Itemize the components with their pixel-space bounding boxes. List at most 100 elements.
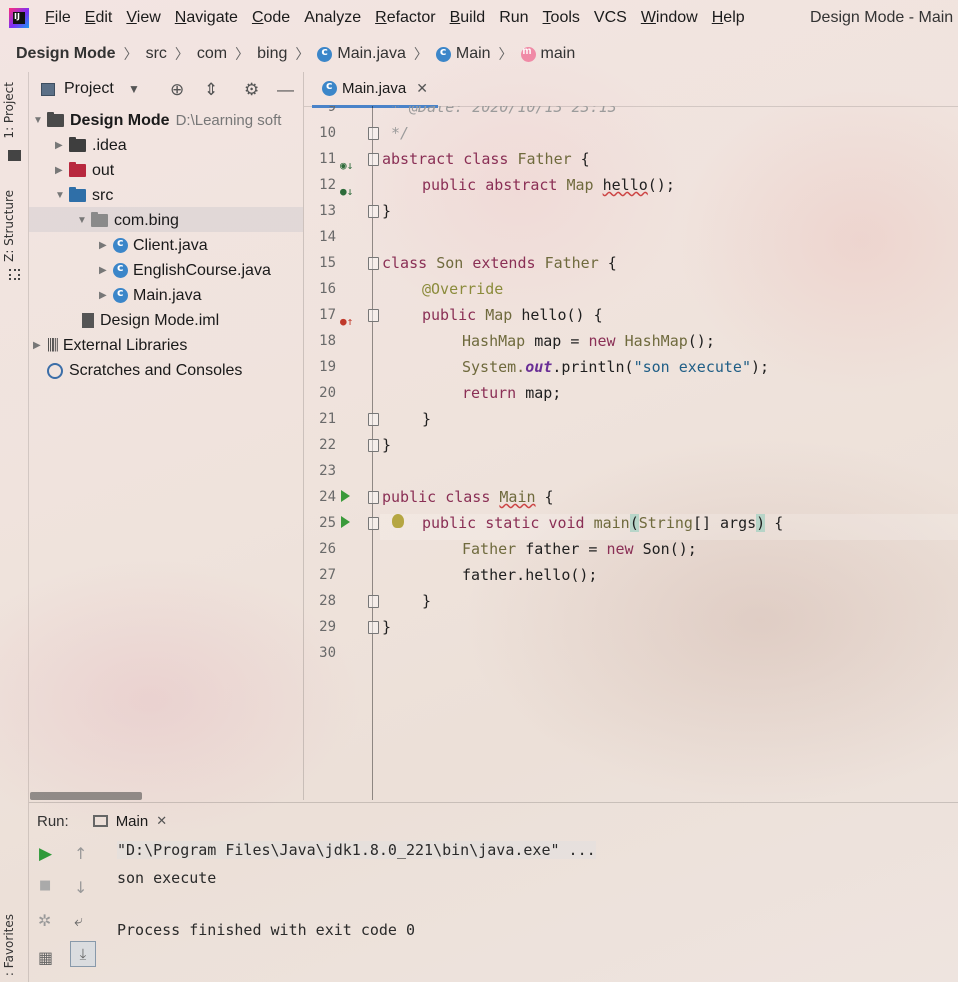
breadcrumb-src[interactable]: src — [146, 45, 167, 63]
tab-project-vertical[interactable]: 1: Project — [2, 82, 16, 139]
stop-icon[interactable]: ■ — [39, 878, 51, 893]
tree-item-label: Client.java — [133, 236, 208, 254]
tree-item-out[interactable]: ▶ out — [55, 158, 114, 183]
tree-item-iml[interactable]: Design Mode.iml — [77, 308, 219, 333]
menu-help[interactable]: Help — [712, 9, 745, 27]
menu-vcs[interactable]: VCS — [594, 9, 627, 27]
fold-icon[interactable] — [368, 153, 379, 166]
fold-icon[interactable] — [368, 309, 379, 322]
console-output[interactable]: "D:\Program Files\Java\jdk1.8.0_221\bin\… — [100, 838, 958, 982]
menu-edit[interactable]: Edit — [85, 9, 113, 27]
collapse-all-icon[interactable]: ⇕ — [204, 80, 218, 100]
tree-item-idea[interactable]: ▶ .idea — [55, 133, 127, 158]
fold-icon[interactable] — [368, 595, 379, 608]
tree-item-root[interactable]: ▼ Design Mode D:\Learning soft — [33, 108, 281, 133]
tree-item-englishcourse[interactable]: ▶ EnglishCourse.java — [99, 258, 271, 283]
tree-item-scratches[interactable]: Scratches and Consoles — [33, 358, 242, 383]
fold-icon[interactable] — [368, 621, 379, 634]
tree-item-main[interactable]: ▶ Main.java — [99, 283, 201, 308]
expand-down-icon[interactable]: ▼ — [55, 190, 69, 201]
tab-main-java[interactable]: Main.java ✕ — [312, 72, 438, 108]
code-line: 21} — [319, 410, 432, 428]
expand-right-icon[interactable]: ▶ — [99, 240, 113, 251]
expand-right-icon[interactable]: ▶ — [33, 340, 47, 351]
tree-item-package[interactable]: ▼ com.bing — [77, 208, 179, 233]
module-folder-icon — [47, 112, 64, 127]
fold-icon[interactable] — [368, 439, 379, 452]
menu-build[interactable]: Build — [450, 9, 486, 27]
lightbulb-icon[interactable] — [392, 514, 404, 528]
settings-icon[interactable]: ✲ — [38, 911, 51, 930]
expand-right-icon[interactable]: ▶ — [55, 165, 69, 176]
expand-right-icon[interactable]: ▶ — [99, 290, 113, 301]
expand-down-icon[interactable]: ▼ — [33, 115, 47, 126]
fold-icon[interactable] — [368, 491, 379, 504]
fold-icon[interactable] — [368, 257, 379, 270]
menu-window[interactable]: Window — [641, 9, 698, 27]
intellij-logo-icon[interactable] — [9, 8, 29, 28]
tree-item-external-libraries[interactable]: ▶ ⫼⫼ External Libraries — [33, 333, 187, 358]
gear-icon[interactable]: ⚙ — [244, 80, 259, 100]
run-tab-main[interactable]: Main — [116, 813, 149, 830]
source-folder-icon — [69, 187, 86, 202]
menu-view[interactable]: View — [126, 9, 160, 27]
fold-icon[interactable] — [368, 517, 379, 530]
tab-favorites-vertical[interactable]: : Favorites — [2, 914, 16, 976]
breadcrumb-class[interactable]: Main — [456, 45, 491, 63]
soft-wrap-icon[interactable]: ⤶ — [74, 911, 83, 931]
dropdown-arrow-icon[interactable]: ▼ — [128, 82, 140, 96]
locate-icon[interactable]: ⊕ — [170, 80, 184, 100]
tab-structure-vertical[interactable]: Z: Structure — [2, 190, 16, 262]
expand-down-icon[interactable]: ▼ — [77, 215, 91, 226]
rerun-icon[interactable]: ▶ — [39, 844, 52, 864]
breadcrumb-project[interactable]: Design Mode — [16, 45, 116, 63]
fold-icon[interactable] — [368, 127, 379, 140]
java-class-icon — [113, 286, 128, 303]
tree-item-src[interactable]: ▼ src — [55, 183, 113, 208]
tree-item-label: .idea — [92, 136, 127, 154]
fold-icon[interactable] — [368, 413, 379, 426]
console-line: son execute — [117, 869, 217, 887]
code-line: 12 ●↓ public abstract Map hello(); — [304, 172, 958, 198]
up-arrow-icon[interactable]: ↑ — [74, 844, 87, 863]
breadcrumb-file[interactable]: Main.java — [337, 45, 405, 63]
code-line: 13} — [319, 202, 392, 220]
menu-tools[interactable]: Tools — [543, 9, 580, 27]
code-line: 19 System.out.println("son execute"); — [319, 358, 770, 376]
expand-right-icon[interactable]: ▶ — [55, 140, 69, 151]
project-panel-title[interactable]: Project — [64, 80, 114, 98]
breadcrumb-method[interactable]: main — [541, 45, 576, 63]
console-icon — [92, 815, 108, 827]
scroll-to-end-icon[interactable]: ⤓ — [70, 941, 96, 967]
tree-item-label: Design Mode.iml — [100, 311, 220, 329]
tree-item-label: com.bing — [114, 211, 179, 229]
horizontal-scrollbar[interactable] — [30, 792, 142, 800]
editor-tabs: Main.java ✕ — [304, 72, 958, 108]
tree-item-label: src — [92, 186, 114, 204]
menu-code[interactable]: Code — [252, 9, 290, 27]
structure-icon — [9, 269, 20, 280]
menu-run[interactable]: Run — [499, 9, 528, 27]
code-line: 28} — [319, 592, 432, 610]
project-folder-icon — [8, 150, 21, 161]
menu-file[interactable]: File — [45, 9, 71, 27]
breadcrumb-bing[interactable]: bing — [257, 45, 287, 63]
tree-item-label: Design Mode — [70, 111, 170, 129]
run-gutter-icon[interactable] — [341, 490, 350, 502]
down-arrow-icon[interactable]: ↓ — [74, 878, 87, 897]
run-gutter-icon[interactable] — [341, 516, 350, 528]
minimize-icon[interactable]: — — [277, 80, 294, 100]
expand-right-icon[interactable]: ▶ — [99, 265, 113, 276]
menu-refactor[interactable]: Refactor — [375, 9, 435, 27]
close-icon[interactable]: ✕ — [416, 80, 428, 97]
code-editor[interactable]: 9 * @Date: 2020/10/13 23:13 10 */ 11 ◉↓ ab… — [304, 106, 958, 800]
close-icon[interactable]: ✕ — [156, 813, 167, 829]
breadcrumb-com[interactable]: com — [197, 45, 227, 63]
layout-icon[interactable]: ▦ — [38, 948, 53, 967]
menu-analyze[interactable]: Analyze — [304, 9, 361, 27]
java-class-icon — [435, 45, 451, 62]
java-class-icon — [322, 79, 337, 96]
tree-item-client[interactable]: ▶ Client.java — [99, 233, 208, 258]
fold-icon[interactable] — [368, 205, 379, 218]
menu-navigate[interactable]: Navigate — [175, 9, 238, 27]
